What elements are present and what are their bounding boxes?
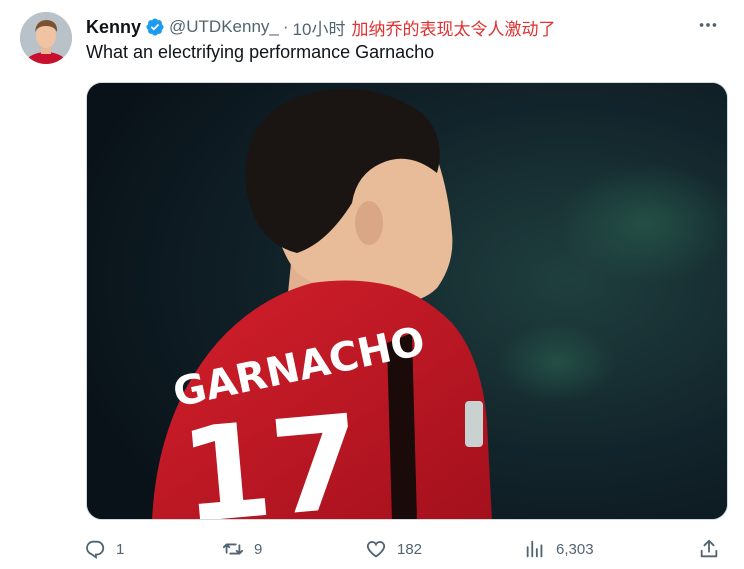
tweet-media[interactable]: GARNACHO 17 <box>86 82 728 520</box>
sleeve-badge <box>465 401 483 447</box>
tweet-header: Kenny @UTDKenny_ · 10小时 加纳乔的表现太令人激动了 <box>86 14 555 40</box>
reply-count: 1 <box>116 540 125 558</box>
display-name[interactable]: Kenny <box>86 17 141 38</box>
tweet-text: What an electrifying performance Garnach… <box>86 42 435 62</box>
share-icon <box>700 539 718 558</box>
timestamp[interactable]: 10小时 <box>293 15 346 40</box>
avatar-image <box>20 12 72 64</box>
view-count: 6,303 <box>556 540 594 558</box>
reply-button[interactable]: 1 <box>84 534 124 564</box>
user-handle[interactable]: @UTDKenny_ <box>169 17 279 37</box>
like-count: 182 <box>397 540 423 558</box>
media-image: GARNACHO 17 <box>87 83 727 520</box>
annotation-text: 加纳乔的表现太令人激动了 <box>351 19 556 40</box>
more-options-icon <box>699 23 717 27</box>
jersey-number: 17 <box>174 386 367 520</box>
retweet-icon <box>222 543 244 555</box>
like-button[interactable]: 182 <box>365 534 422 564</box>
reply-icon <box>86 540 105 560</box>
separator-dot: · <box>282 17 289 36</box>
more-options-button[interactable] <box>694 14 722 36</box>
views-button[interactable]: 6,303 <box>524 534 594 564</box>
verified-badge-icon <box>146 18 164 36</box>
heart-icon <box>366 541 386 558</box>
share-button[interactable] <box>698 534 720 564</box>
avatar[interactable] <box>20 12 72 64</box>
tweet-actions: 1 9 182 6,303 <box>84 534 730 564</box>
retweet-count: 9 <box>254 540 263 558</box>
retweet-button[interactable]: 9 <box>222 534 262 564</box>
views-bar-chart-icon <box>526 540 543 558</box>
